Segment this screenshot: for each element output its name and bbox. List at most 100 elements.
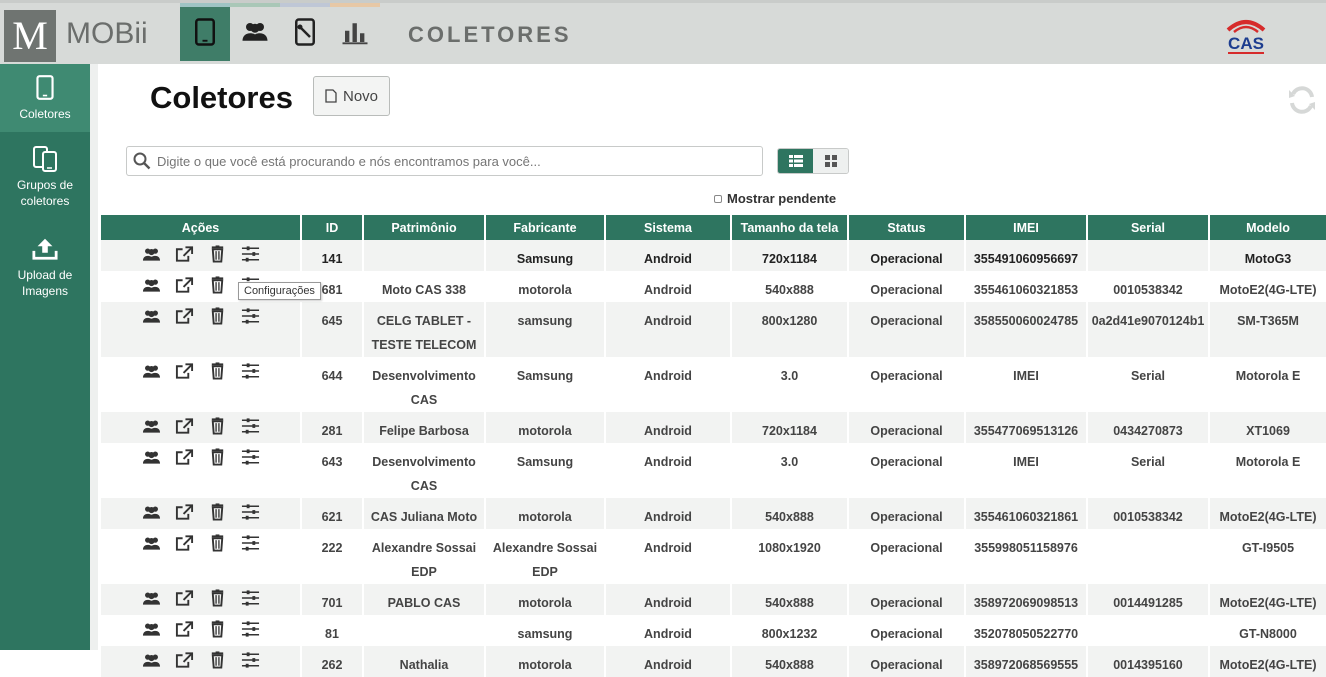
show-pending-toggle[interactable]: Mostrar pendente — [714, 191, 836, 206]
settings-sliders-icon[interactable] — [241, 362, 260, 388]
cell-id: 644 — [301, 357, 364, 412]
delete-icon[interactable] — [208, 307, 227, 333]
table-row[interactable]: 81 samsung Android 800x1232 Operacional 35207… — [101, 615, 1326, 646]
show-pending-checkbox[interactable] — [714, 194, 722, 203]
col-header-status[interactable]: Status — [848, 215, 966, 240]
group-members-icon[interactable] — [142, 448, 161, 474]
delete-icon[interactable] — [208, 276, 227, 302]
open-external-icon[interactable] — [175, 503, 194, 529]
new-button[interactable]: Novo — [313, 76, 390, 116]
open-external-icon[interactable] — [175, 417, 194, 443]
settings-sliders-icon[interactable] — [241, 503, 260, 529]
search-input[interactable] — [157, 153, 747, 169]
settings-sliders-icon[interactable] — [241, 589, 260, 615]
open-external-icon[interactable] — [175, 534, 194, 560]
cell-fabricante: Alexandre Sossai EDP — [485, 529, 606, 584]
settings-sliders-icon[interactable] — [241, 534, 260, 560]
table-row[interactable]: 141 Samsung Android 720x1184 Operacional 3554… — [101, 240, 1326, 271]
table-row[interactable]: 262 Nathalia motorola Android 540x888 Operaci… — [101, 646, 1326, 677]
col-header-id[interactable]: ID — [301, 215, 364, 240]
delete-icon[interactable] — [208, 589, 227, 615]
open-external-icon[interactable] — [175, 245, 194, 271]
grid-view-button[interactable] — [813, 149, 848, 173]
open-external-icon[interactable] — [175, 448, 194, 474]
row-actions — [101, 302, 302, 357]
settings-sliders-icon[interactable] — [241, 245, 260, 271]
table-row[interactable]: 222 Alexandre Sossai EDP Alexandre Sossai … — [101, 529, 1326, 584]
group-members-icon[interactable] — [142, 534, 161, 560]
group-members-icon[interactable] — [142, 417, 161, 443]
group-members-icon[interactable] — [142, 307, 161, 333]
delete-icon[interactable] — [208, 620, 227, 646]
settings-sliders-icon[interactable] — [241, 417, 260, 443]
cell-id: 621 — [301, 498, 364, 529]
group-members-icon[interactable] — [142, 245, 161, 271]
top-nav-grupos[interactable] — [230, 3, 280, 61]
table-row[interactable]: 645 CELG TABLET - TESTE TELECOM samsung And… — [101, 302, 1326, 357]
cell-modelo: MotoE2(4G-LTE) — [1219, 283, 1317, 297]
cell-id: 262 — [301, 646, 364, 677]
sidebar-item-grupos[interactable]: Grupos de coletores — [0, 132, 90, 222]
delete-icon[interactable] — [208, 534, 227, 560]
cas-brand-logo: CAS — [1226, 20, 1266, 54]
delete-icon[interactable] — [208, 651, 227, 677]
cell-patrimonio: Desenvolvimento CAS — [363, 357, 486, 412]
open-external-icon[interactable] — [175, 307, 194, 333]
group-members-icon[interactable] — [142, 276, 161, 302]
col-header-acoes[interactable]: Ações — [101, 215, 302, 240]
col-header-tamanho[interactable]: Tamanho da tela — [731, 215, 849, 240]
delete-icon[interactable] — [208, 362, 227, 388]
group-members-icon[interactable] — [142, 589, 161, 615]
cell-fabricante: motorola — [485, 584, 606, 615]
col-header-serial[interactable]: Serial — [1087, 215, 1210, 240]
table-row[interactable]: 644 Desenvolvimento CAS Samsung Android 3.0 O… — [101, 357, 1326, 412]
search-icon — [133, 152, 151, 170]
sidebar-item-coletores[interactable]: Coletores — [0, 64, 90, 132]
top-nav-configuracao[interactable] — [280, 3, 330, 61]
search-bar — [126, 146, 763, 176]
col-header-imei[interactable]: IMEI — [965, 215, 1088, 240]
delete-icon[interactable] — [208, 417, 227, 443]
open-external-icon[interactable] — [175, 620, 194, 646]
group-members-icon[interactable] — [142, 362, 161, 388]
table-row[interactable]: 281 Felipe Barbosa motorola Android 720x1184… — [101, 412, 1326, 443]
tablet-icon — [36, 75, 54, 100]
delete-icon[interactable] — [208, 448, 227, 474]
col-header-fabricante[interactable]: Fabricante — [485, 215, 606, 240]
list-view-button[interactable] — [778, 149, 813, 173]
group-members-icon[interactable] — [142, 651, 161, 677]
col-header-sistema[interactable]: Sistema — [605, 215, 732, 240]
content-gutter — [90, 64, 98, 650]
cell-imei: 355477069513126 — [965, 412, 1088, 443]
show-pending-label: Mostrar pendente — [727, 191, 837, 206]
open-external-icon[interactable] — [175, 362, 194, 388]
settings-sliders-icon[interactable] — [241, 651, 260, 677]
cell-sistema: Android — [605, 271, 732, 302]
open-external-icon[interactable] — [175, 651, 194, 677]
col-header-modelo[interactable]: Modelo — [1209, 215, 1326, 240]
row-actions — [101, 443, 302, 498]
delete-icon[interactable] — [208, 245, 227, 271]
table-row[interactable]: 643 Desenvolvimento CAS Samsung Android 3.0 O… — [101, 443, 1326, 498]
settings-sliders-icon[interactable] — [241, 448, 260, 474]
upload-icon — [32, 238, 58, 260]
open-external-icon[interactable] — [175, 589, 194, 615]
sidebar-item-upload[interactable]: Upload de Imagens — [0, 222, 90, 312]
table-body: 141 Samsung Android 720x1184 Operacional 3554… — [101, 240, 1326, 677]
group-members-icon[interactable] — [142, 503, 161, 529]
open-external-icon[interactable] — [175, 276, 194, 302]
col-header-patrimonio[interactable]: Patrimônio — [363, 215, 486, 240]
table-row[interactable]: 621 CAS Juliana Moto motorola Android 540x88… — [101, 498, 1326, 529]
top-nav-coletores[interactable] — [180, 3, 230, 61]
refresh-icon[interactable] — [1286, 84, 1318, 116]
table-row[interactable]: 701 PABLO CAS motorola Android 540x888 Operac… — [101, 584, 1326, 615]
main-content: Coletores Novo Mostrar pendente Ações ID… — [98, 64, 1326, 677]
row-actions — [101, 529, 302, 584]
top-nav-relatorios[interactable] — [330, 3, 380, 61]
cell-status: Operacional — [848, 615, 966, 646]
cell-patrimonio: PABLO CAS — [363, 584, 486, 615]
group-members-icon[interactable] — [142, 620, 161, 646]
delete-icon[interactable] — [208, 503, 227, 529]
settings-sliders-icon[interactable] — [241, 620, 260, 646]
settings-sliders-icon[interactable] — [241, 307, 260, 333]
